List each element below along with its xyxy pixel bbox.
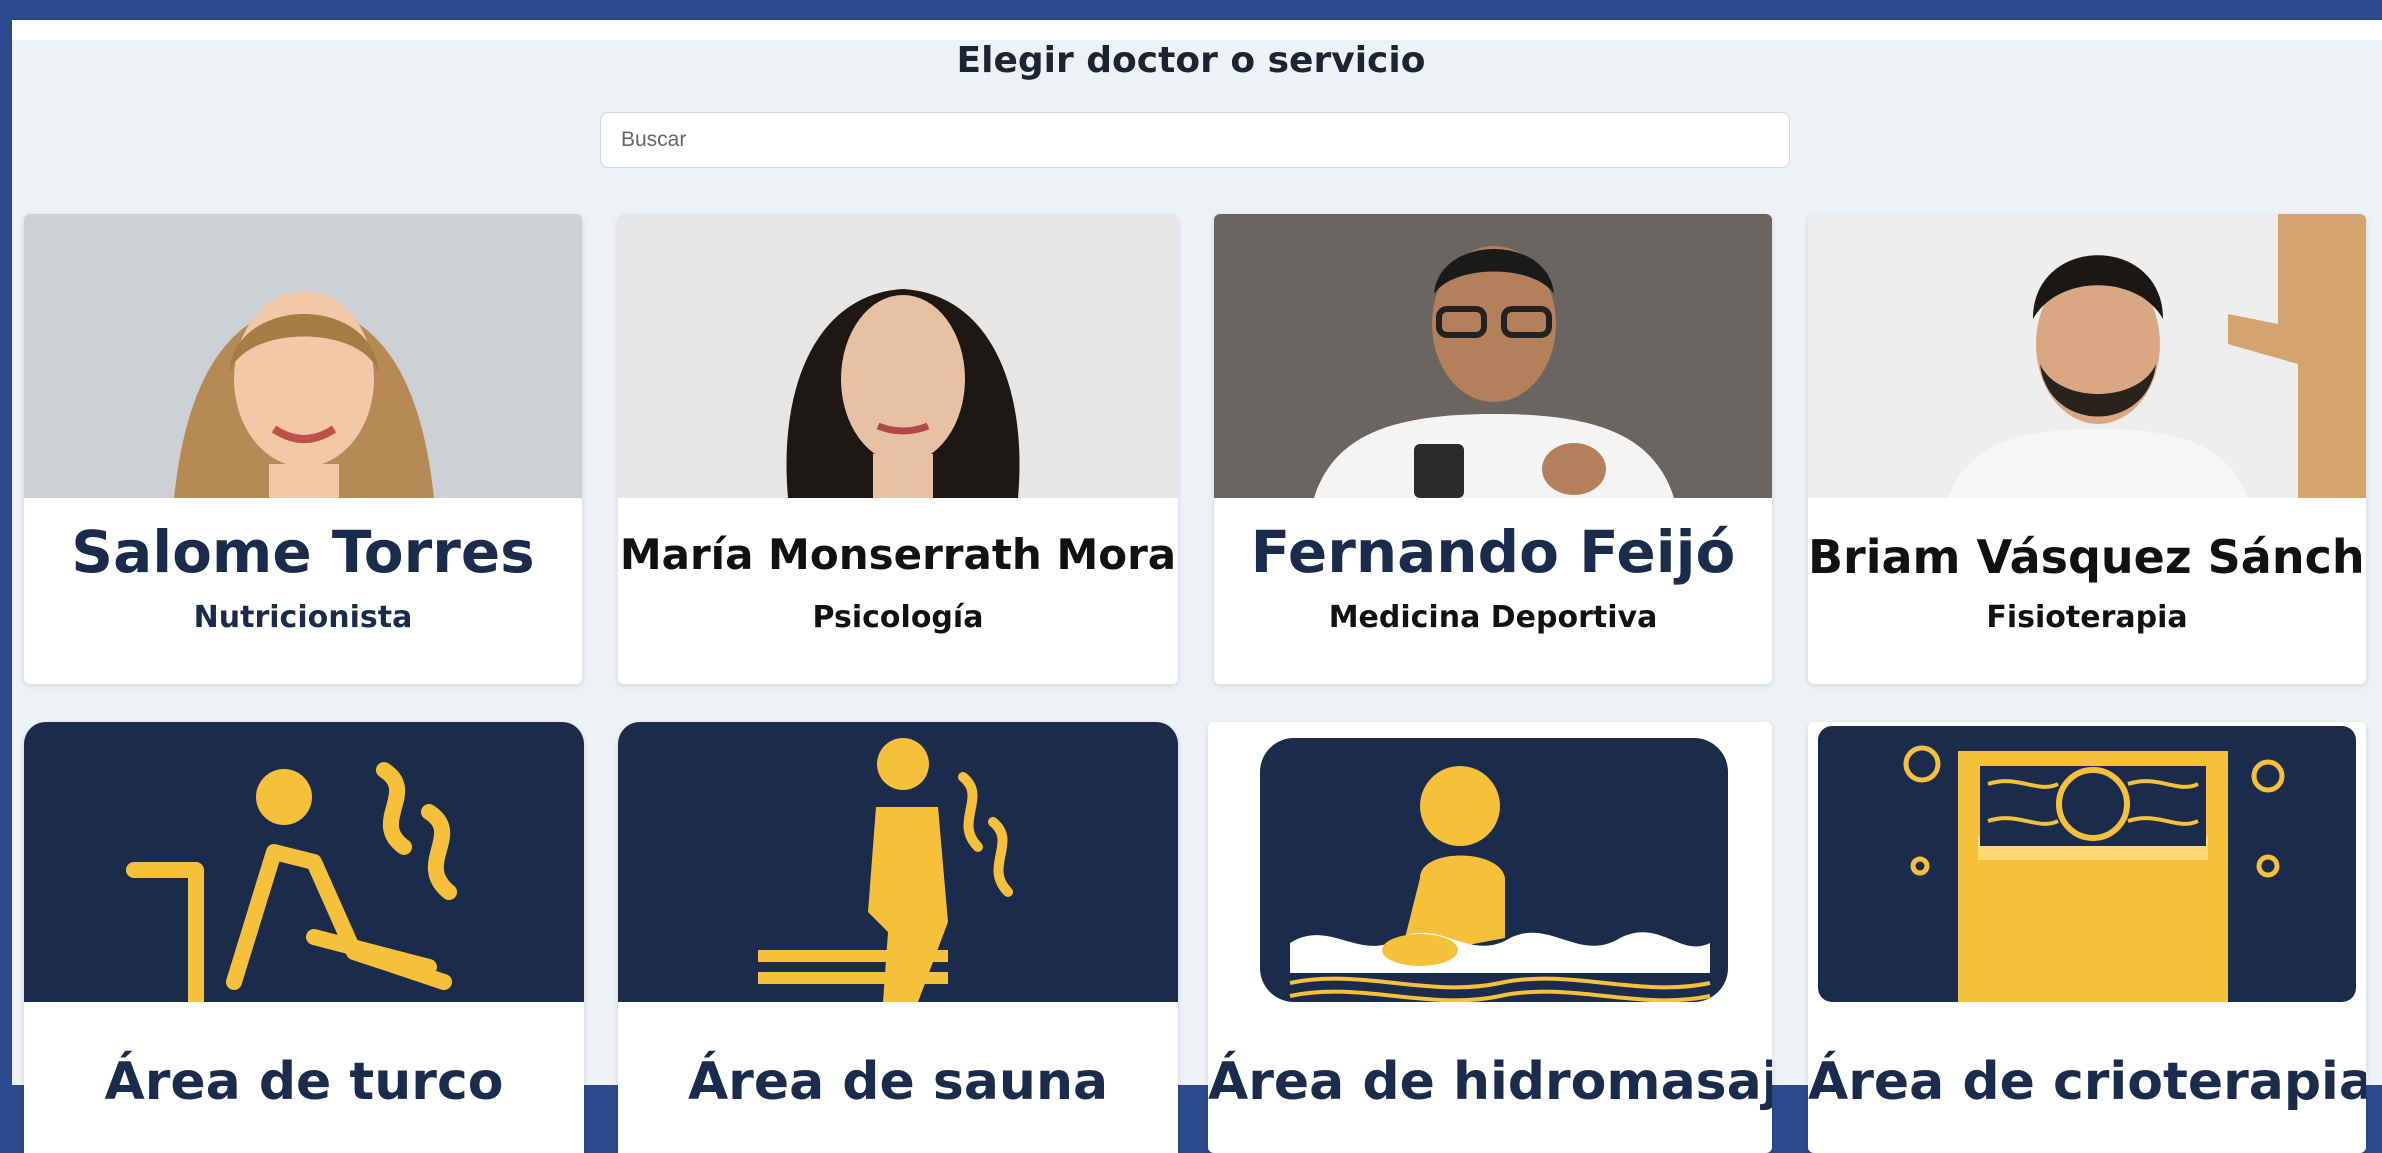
doctor-card-salome-torres[interactable]: Salome Torres Nutricionista <box>24 214 582 684</box>
doctor-name: Briam Vásquez Sánchez <box>1808 530 2366 584</box>
doctor-name: Salome Torres <box>71 518 535 586</box>
sauna-icon <box>618 722 1178 1002</box>
doctor-name: María Monserrath Mora <box>619 530 1177 579</box>
doctor-specialty: Medicina Deportiva <box>1328 600 1658 635</box>
page-title: Elegir doctor o servicio <box>956 40 1426 81</box>
service-label: Área de crioterapia <box>1808 1052 2366 1112</box>
doctor-card-maria-monserrath-mora[interactable]: María Monserrath Mora Psicología <box>618 214 1178 684</box>
doctor-specialty: Psicología <box>812 600 984 635</box>
service-label: Área de sauna <box>687 1052 1109 1112</box>
doctor-specialty: Fisioterapia <box>1986 600 2188 635</box>
service-label: Área de hidromasaje <box>1208 1052 1772 1112</box>
cryotherapy-icon <box>1818 726 2356 1002</box>
service-label: Área de turco <box>104 1052 504 1112</box>
service-card-turco[interactable]: Área de turco <box>24 722 584 1153</box>
doctor-specialty: Nutricionista <box>193 600 413 635</box>
service-card-crioterapia[interactable]: Área de crioterapia <box>1808 722 2366 1153</box>
doctor-card-briam-vasquez-sanchez[interactable]: Briam Vásquez Sánchez Fisioterapia <box>1808 214 2366 684</box>
doctor-photo <box>618 214 1178 498</box>
hydromassage-icon <box>1260 738 1728 1002</box>
doctor-name: Fernando Feijó <box>1250 518 1736 586</box>
doctor-photo <box>1214 214 1772 498</box>
service-card-hidromasaje[interactable]: Área de hidromasaje <box>1208 722 1772 1153</box>
doctor-card-fernando-feijo[interactable]: Fernando Feijó Medicina Deportiva <box>1214 214 1772 684</box>
doctor-photo <box>24 214 582 498</box>
doctor-photo <box>1808 214 2366 498</box>
steam-room-icon <box>24 722 584 1002</box>
search-input[interactable] <box>600 112 1790 168</box>
service-card-sauna[interactable]: Área de sauna <box>618 722 1178 1153</box>
